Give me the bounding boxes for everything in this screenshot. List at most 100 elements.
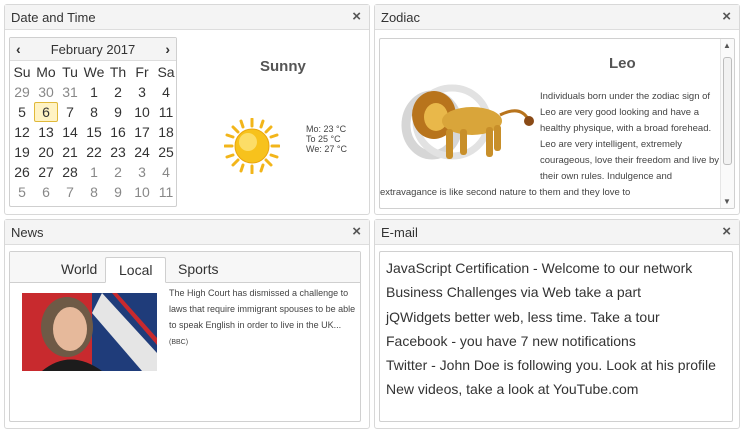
calendar-month-label[interactable]: February 2017 bbox=[10, 42, 176, 57]
calendar-day[interactable]: 10 bbox=[130, 182, 154, 202]
calendar-day[interactable]: 13 bbox=[34, 122, 58, 142]
calendar-day[interactable]: 16 bbox=[106, 122, 130, 142]
email-item[interactable]: Twitter - John Doe is following you. Loo… bbox=[380, 353, 732, 377]
email-list: JavaScript Certification - Welcome to ou… bbox=[379, 251, 733, 422]
panel-title: E-mail bbox=[381, 225, 418, 240]
calendar-day[interactable]: 27 bbox=[34, 162, 58, 182]
calendar-day[interactable]: 15 bbox=[82, 122, 106, 142]
scroll-thumb[interactable] bbox=[723, 57, 732, 165]
news-tabs-container: World Local Sports The High Court has di… bbox=[9, 251, 361, 422]
calendar-day[interactable]: 1 bbox=[82, 162, 106, 182]
weather-condition: Sunny bbox=[260, 58, 306, 75]
calendar-day[interactable]: 30 bbox=[34, 82, 58, 102]
zodiac-description: Individuals born under the zodiac sign o… bbox=[380, 89, 722, 201]
tab-bar: World Local Sports bbox=[10, 252, 360, 283]
zodiac-panel: Zodiac × Leo Individuals born under the … bbox=[374, 4, 740, 215]
panel-header: E-mail × bbox=[375, 220, 739, 245]
close-icon[interactable]: × bbox=[352, 8, 361, 25]
weekday-header: Sa bbox=[157, 64, 175, 80]
calendar: ‹ February 2017 › Su Mo Tu We Th Fr Sa 29 30 31 1 2… bbox=[9, 37, 177, 207]
weather-forecast: Mo: 23 °C To 25 °C We: 27 °C bbox=[306, 124, 347, 154]
news-article: The High Court has dismissed a challenge… bbox=[169, 285, 359, 351]
calendar-day[interactable]: 10 bbox=[130, 102, 154, 122]
calendar-day[interactable]: 3 bbox=[130, 82, 154, 102]
calendar-day[interactable]: 31 bbox=[58, 82, 82, 102]
calendar-day[interactable]: 1 bbox=[82, 82, 106, 102]
panel-header: Date and Time × bbox=[5, 5, 369, 30]
email-panel: E-mail × JavaScript Certification - Welc… bbox=[374, 219, 740, 429]
weekday-header: Su bbox=[13, 64, 31, 80]
calendar-day[interactable]: 17 bbox=[130, 122, 154, 142]
email-item[interactable]: New videos, take a look at YouTube.com bbox=[380, 377, 732, 401]
calendar-day[interactable]: 6 bbox=[34, 102, 58, 122]
calendar-day[interactable]: 11 bbox=[154, 182, 178, 202]
calendar-day[interactable]: 7 bbox=[58, 182, 82, 202]
weekday-header: We bbox=[83, 64, 105, 80]
calendar-day[interactable]: 23 bbox=[106, 142, 130, 162]
next-month-button[interactable]: › bbox=[165, 41, 170, 57]
close-icon[interactable]: × bbox=[352, 223, 361, 240]
zodiac-sign-title: Leo bbox=[609, 55, 636, 72]
forecast-item: Mo: 23 °C bbox=[306, 124, 347, 134]
calendar-day[interactable]: 6 bbox=[34, 182, 58, 202]
panel-header: News × bbox=[5, 220, 369, 245]
news-panel: News × World Local Sports The High Court… bbox=[4, 219, 370, 429]
email-item[interactable]: Business Challenges via Web take a part bbox=[380, 280, 732, 304]
calendar-day[interactable]: 4 bbox=[154, 82, 178, 102]
panel-title: News bbox=[11, 225, 44, 240]
calendar-day[interactable]: 5 bbox=[10, 182, 34, 202]
calendar-day[interactable]: 26 bbox=[10, 162, 34, 182]
calendar-day[interactable]: 18 bbox=[154, 122, 178, 142]
tab-local[interactable]: Local bbox=[105, 257, 167, 283]
calendar-day[interactable]: 7 bbox=[58, 102, 82, 122]
calendar-day[interactable]: 8 bbox=[82, 182, 106, 202]
forecast-item: We: 27 °C bbox=[306, 144, 347, 154]
calendar-day[interactable]: 5 bbox=[10, 102, 34, 122]
weekday-header: Th bbox=[109, 64, 127, 80]
sun-icon bbox=[224, 118, 280, 174]
date-time-panel: Date and Time × ‹ February 2017 › Su Mo Tu… bbox=[4, 4, 370, 215]
weekday-header: Fr bbox=[135, 64, 149, 80]
calendar-nav: ‹ February 2017 › bbox=[10, 38, 176, 61]
scroll-down-button[interactable]: ▼ bbox=[723, 197, 731, 206]
news-source[interactable]: (BBC) bbox=[169, 339, 188, 346]
weekday-header: Mo bbox=[36, 64, 56, 80]
calendar-day[interactable]: 4 bbox=[154, 162, 178, 182]
panel-title: Date and Time bbox=[11, 10, 96, 25]
forecast-item: To 25 °C bbox=[306, 134, 341, 144]
zodiac-content: Leo Individuals born under the zodiac si… bbox=[379, 38, 735, 209]
calendar-day[interactable]: 29 bbox=[10, 82, 34, 102]
calendar-day[interactable]: 14 bbox=[58, 122, 82, 142]
leo-image-spacer bbox=[380, 89, 540, 179]
close-icon[interactable]: × bbox=[722, 8, 731, 25]
calendar-day[interactable]: 9 bbox=[106, 182, 130, 202]
calendar-day[interactable]: 20 bbox=[34, 142, 58, 162]
calendar-day[interactable]: 28 bbox=[58, 162, 82, 182]
close-icon[interactable]: × bbox=[722, 223, 731, 240]
email-item[interactable]: jQWidgets better web, less time. Take a … bbox=[380, 305, 732, 329]
calendar-day[interactable]: 2 bbox=[106, 82, 130, 102]
vertical-scrollbar[interactable]: ▲ ▼ bbox=[720, 39, 734, 208]
calendar-day[interactable]: 11 bbox=[154, 102, 178, 122]
calendar-day[interactable]: 8 bbox=[82, 102, 106, 122]
calendar-day[interactable]: 25 bbox=[154, 142, 178, 162]
panel-title: Zodiac bbox=[381, 10, 421, 25]
calendar-day[interactable]: 19 bbox=[10, 142, 34, 162]
panel-header: Zodiac × bbox=[375, 5, 739, 30]
scroll-up-button[interactable]: ▲ bbox=[723, 41, 731, 50]
calendar-day[interactable]: 12 bbox=[10, 122, 34, 142]
calendar-day[interactable]: 21 bbox=[58, 142, 82, 162]
weekday-header: Tu bbox=[62, 64, 78, 80]
email-item[interactable]: JavaScript Certification - Welcome to ou… bbox=[380, 256, 732, 280]
news-article-text: The High Court has dismissed a challenge… bbox=[169, 288, 356, 330]
calendar-day[interactable]: 22 bbox=[82, 142, 106, 162]
calendar-day[interactable]: 2 bbox=[106, 162, 130, 182]
news-photo bbox=[22, 293, 157, 371]
calendar-day[interactable]: 3 bbox=[130, 162, 154, 182]
email-item[interactable]: Facebook - you have 7 new notifications bbox=[380, 329, 732, 353]
tab-sports[interactable]: Sports bbox=[165, 257, 231, 282]
calendar-day[interactable]: 9 bbox=[106, 102, 130, 122]
calendar-grid: Su Mo Tu We Th Fr Sa 29 30 31 1 2 3 4 5 6 7 8 9 10 11 12 13 14 1… bbox=[10, 62, 176, 202]
calendar-day[interactable]: 24 bbox=[130, 142, 154, 162]
tab-world[interactable]: World bbox=[48, 257, 110, 282]
